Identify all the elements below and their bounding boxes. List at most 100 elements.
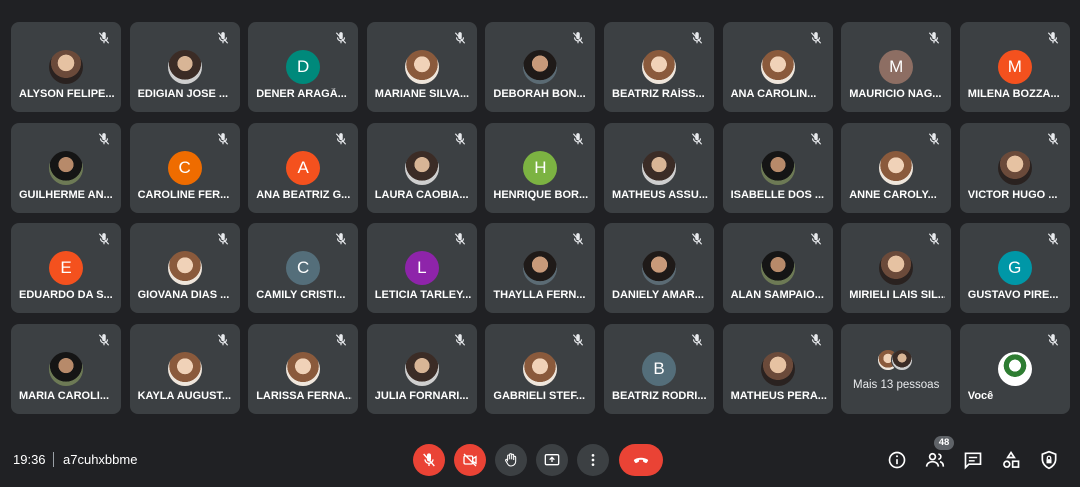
participant-tile[interactable]: ANNE CAROLY... — [841, 122, 952, 213]
bottom-toolbar: 19:36 a7cuhxbbme 48 — [0, 430, 1080, 487]
mic-off-icon — [216, 232, 230, 246]
avatar — [404, 351, 439, 386]
mic-off-icon — [927, 232, 941, 246]
mic-off-icon — [690, 132, 704, 146]
participant-tile[interactable]: Você — [959, 323, 1070, 414]
mic-off-icon — [690, 232, 704, 246]
participant-tile[interactable]: MATHEUS PERA... — [722, 323, 833, 414]
avatar — [523, 351, 558, 386]
mic-off-icon — [97, 333, 111, 347]
participant-tile[interactable]: MARIANE SILVA... — [366, 22, 477, 112]
avatar: A — [286, 150, 321, 185]
participant-tile[interactable]: THAYLLA FERN... — [485, 223, 596, 313]
participant-tile[interactable]: JULIA FORNARI... — [366, 323, 477, 414]
chat-button[interactable] — [961, 448, 985, 472]
participant-tile[interactable]: LAURA CAOBIA... — [366, 122, 477, 213]
participant-tile[interactable]: ANA CAROLIN... — [722, 22, 833, 112]
avatar-stack — [877, 348, 921, 371]
present-icon — [544, 454, 560, 466]
participant-tile[interactable]: B BEATRIZ RODRI... — [604, 323, 714, 414]
mic-off-icon — [571, 31, 585, 45]
participant-name: MIRIELI LAIS SIL... — [849, 289, 946, 301]
mic-off-icon — [453, 31, 467, 45]
participant-tile[interactable]: GIOVANA DIAS ... — [129, 223, 240, 313]
leave-call-button[interactable] — [619, 444, 663, 476]
mic-off-icon — [97, 31, 111, 45]
participant-tile[interactable]: C CAMILY CRISTI... — [248, 223, 359, 313]
avatar — [642, 50, 676, 84]
mic-toggle-button[interactable] — [413, 444, 445, 476]
avatar: D — [286, 50, 321, 84]
mic-off-icon — [927, 132, 941, 146]
participant-tile[interactable]: BEATRIZ RAÍSS... — [604, 22, 714, 112]
participant-name: GUSTAVO PIRE... — [967, 289, 1059, 301]
shield-lock-icon — [1041, 450, 1057, 470]
mic-off-icon — [334, 132, 348, 146]
participant-tile[interactable]: ISABELLE DOS ... — [722, 122, 833, 213]
avatar — [760, 150, 795, 185]
participant-tile[interactable]: GABRIELI STEF... — [485, 323, 596, 414]
participant-name: LETICIA TARLEY... — [374, 289, 471, 301]
participant-tile[interactable]: VICTOR HUGO ... — [959, 122, 1070, 213]
participant-name: KAYLA AUGUST... — [137, 389, 232, 402]
participant-tile[interactable]: MATHEUS ASSU... — [604, 122, 714, 213]
participant-tile[interactable]: DANIELY AMAR... — [604, 223, 714, 313]
participant-tile[interactable]: DEBORAH BON... — [485, 22, 596, 112]
participant-name: GABRIELI STEF... — [493, 389, 586, 402]
participant-tile[interactable]: A ANA BEATRIZ G... — [248, 122, 359, 213]
mic-off-icon — [690, 31, 704, 45]
avatar — [49, 50, 83, 84]
chat-icon — [964, 452, 982, 470]
avatar — [997, 351, 1032, 386]
participant-tile[interactable]: C CAROLINE FER... — [129, 122, 240, 213]
participant-tile[interactable]: M MAURICIO NAG... — [841, 22, 952, 112]
participant-count-badge: 48 — [934, 436, 954, 450]
avatar — [404, 150, 439, 185]
participant-name: VICTOR HUGO ... — [967, 188, 1058, 201]
activities-button[interactable] — [999, 448, 1023, 472]
participant-tile[interactable]: MARIA CAROLI... — [11, 323, 121, 414]
participant-name: HENRIQUE BOR... — [493, 188, 589, 201]
more-options-icon — [591, 454, 595, 466]
participant-tile[interactable]: M MILENA BOZZA... — [959, 22, 1070, 112]
meeting-info-button[interactable] — [885, 448, 909, 472]
avatar — [760, 351, 795, 386]
participant-tile[interactable]: H HENRIQUE BOR... — [485, 122, 596, 213]
participant-name: EDIGIAN JOSE ... — [137, 88, 229, 100]
participant-tile[interactable]: L LETICIA TARLEY... — [366, 223, 477, 313]
avatar — [760, 251, 795, 285]
participant-tile[interactable]: GUILHERME AN... — [11, 122, 121, 213]
participant-tile[interactable]: ALAN SAMPAIO... — [722, 223, 833, 313]
raise-hand-button[interactable] — [495, 444, 527, 476]
participant-tile[interactable]: MIRIELI LAIS SIL... — [841, 223, 952, 313]
participant-name: ISABELLE DOS ... — [730, 188, 825, 201]
participant-tile[interactable]: ALYSON FELIPE... — [11, 22, 121, 112]
camera-toggle-button[interactable] — [454, 444, 486, 476]
avatar: B — [642, 351, 676, 386]
info-icon — [888, 451, 906, 469]
participant-name: ANA CAROLIN... — [730, 88, 817, 100]
mic-off-icon — [927, 31, 941, 45]
host-controls-button[interactable] — [1037, 448, 1061, 472]
avatar: E — [49, 251, 83, 285]
more-options-button[interactable] — [577, 444, 609, 476]
participant-name: MARIA CAROLI... — [19, 389, 110, 402]
participant-tile[interactable]: KAYLA AUGUST... — [129, 323, 240, 414]
participant-name: CAROLINE FER... — [137, 188, 230, 201]
people-button[interactable] — [923, 448, 947, 472]
participant-tile[interactable]: E EDUARDO DA S... — [11, 223, 121, 313]
participant-tile[interactable]: G GUSTAVO PIRE... — [959, 223, 1070, 313]
participant-name: ALAN SAMPAIO... — [730, 289, 824, 301]
mic-off-icon — [571, 132, 585, 146]
participant-name: DEBORAH BON... — [493, 88, 586, 100]
participant-tile[interactable]: EDIGIAN JOSE ... — [129, 22, 240, 112]
participant-tile[interactable]: LARISSA FERNA... — [248, 323, 359, 414]
avatar — [523, 251, 558, 285]
mic-off-icon — [571, 232, 585, 246]
participant-tile[interactable]: D DENER ARAGÃ... — [248, 22, 359, 112]
more-participants-tile[interactable]: Mais 13 pessoas — [841, 323, 952, 414]
avatar — [167, 251, 202, 285]
present-button[interactable] — [536, 444, 568, 476]
avatar — [879, 150, 914, 185]
meeting-code: a7cuhxbbme — [63, 452, 138, 467]
